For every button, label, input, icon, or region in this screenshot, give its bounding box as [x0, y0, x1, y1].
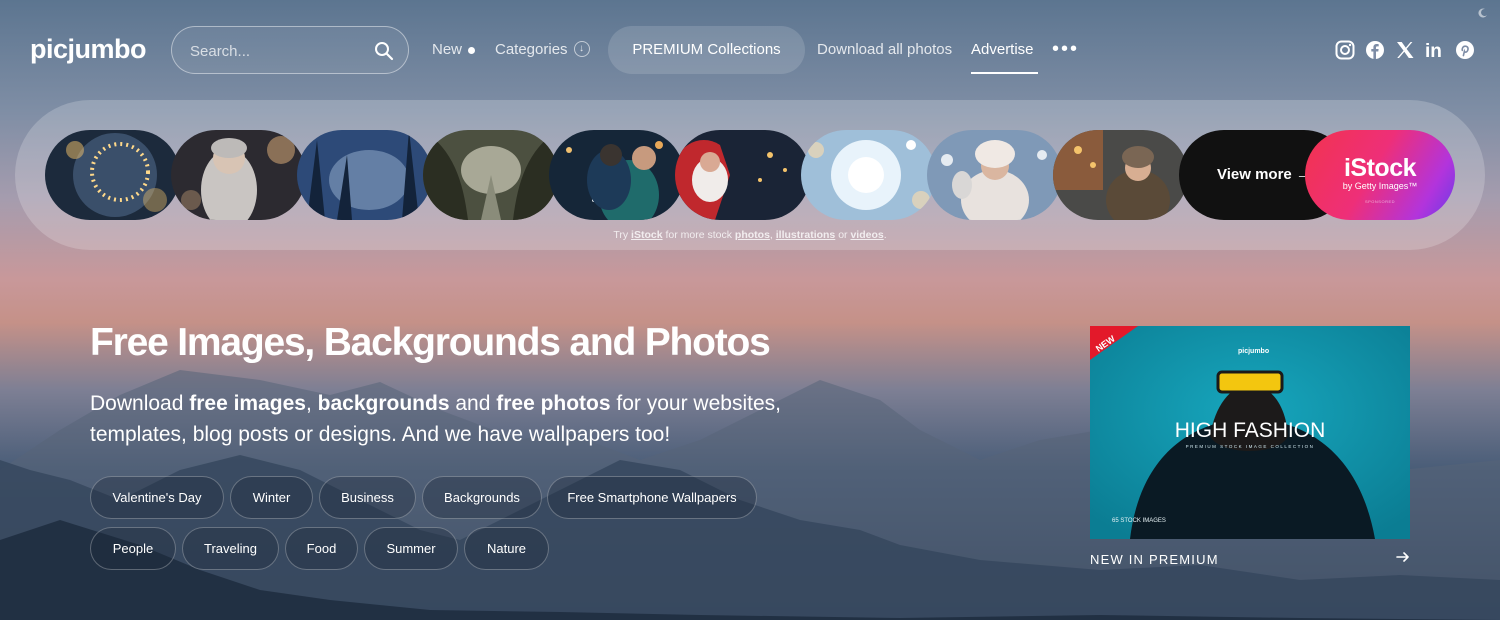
istock-promo-note: Try iStock for more stock photos, illust… — [15, 229, 1485, 241]
tag-traveling[interactable]: Traveling — [182, 527, 279, 570]
tag-backgrounds[interactable]: Backgrounds — [422, 476, 542, 519]
hero-section: Free Images, Backgrounds and Photos Down… — [90, 320, 890, 450]
videos-link[interactable]: videos — [850, 229, 883, 241]
site-logo[interactable]: picjumbo — [30, 34, 147, 65]
tag-food[interactable]: Food — [285, 527, 358, 570]
image-strip: View more → iStock by Getty Images™ SPON… — [15, 100, 1485, 250]
promo-subtitle: PREMIUM STOCK IMAGE COLLECTION — [1186, 444, 1315, 449]
thumbnail-santa-blowing-snow[interactable] — [675, 130, 810, 220]
nav-categories[interactable]: Categories ↓ — [495, 41, 590, 58]
promo-title: HIGH FASHION — [1175, 419, 1326, 442]
active-nav-underline — [971, 72, 1038, 74]
thumbnail-misty-forest-path[interactable] — [297, 130, 432, 220]
subtitle-bold: free photos — [496, 392, 611, 415]
thumbnail-tree-tunnel-road[interactable] — [423, 130, 558, 220]
search-icon[interactable] — [374, 41, 394, 61]
page-title: Free Images, Backgrounds and Photos — [90, 321, 771, 364]
nav-new-label: New — [432, 41, 463, 58]
thumbnail-woman-in-snow[interactable] — [927, 130, 1062, 220]
tag-smartphone-wallpapers[interactable]: Free Smartphone Wallpapers — [547, 476, 757, 519]
promo-caption-label: NEW IN PREMIUM — [1090, 552, 1219, 567]
arrow-right-icon — [1396, 552, 1409, 562]
istock-sponsor-badge[interactable]: iStock by Getty Images™ SPONSORED — [1305, 130, 1455, 220]
search-box[interactable] — [171, 26, 409, 74]
linkedin-icon[interactable]: in — [1425, 40, 1445, 60]
note-text: . — [883, 229, 887, 241]
subtitle-text: and — [449, 392, 497, 415]
tag-summer[interactable]: Summer — [364, 527, 458, 570]
tag-valentines-day[interactable]: Valentine's Day — [90, 476, 224, 519]
promo-brand: picjumbo — [1238, 348, 1269, 355]
subtitle-bold: backgrounds — [317, 392, 450, 415]
thumbnail-couple-hugging-snow[interactable] — [549, 130, 684, 220]
nav-advertise[interactable]: Advertise — [971, 41, 1034, 58]
nav-new[interactable]: New — [432, 41, 476, 58]
pinterest-icon[interactable] — [1455, 40, 1475, 60]
thumbnail-fairy-lights[interactable] — [45, 130, 180, 220]
thumbnail-woman-with-sparklers[interactable] — [171, 130, 306, 220]
instagram-icon[interactable] — [1335, 40, 1355, 60]
promo-count: 65 STOCK IMAGES — [1112, 518, 1166, 524]
new-dot-indicator — [468, 46, 476, 54]
subtitle-text: Download — [90, 392, 190, 415]
premium-promo-image[interactable]: NEW picjumbo HIGH FASHION PREMIUM STOCK … — [1090, 326, 1410, 539]
istock-link[interactable]: iStock — [631, 229, 663, 241]
more-menu-button[interactable]: ••• — [1052, 38, 1079, 61]
tag-nature[interactable]: Nature — [464, 527, 549, 570]
linkedin-label: in — [1425, 41, 1442, 60]
tag-winter[interactable]: Winter — [230, 476, 313, 519]
arrow-down-icon: ↓ — [573, 41, 590, 58]
note-text: for more stock — [662, 229, 735, 241]
hero-subtitle: Download free images, backgrounds and fr… — [90, 388, 850, 450]
search-input[interactable] — [190, 40, 370, 62]
new-in-premium-link[interactable]: NEW IN PREMIUM — [1090, 552, 1410, 567]
thumbnail-woman-winter-market[interactable] — [1053, 130, 1188, 220]
photos-link[interactable]: photos — [735, 229, 770, 241]
nav-categories-label: Categories — [495, 41, 568, 58]
top-navigation: picjumbo New Categories ↓ PREMIUM Collect… — [0, 0, 1500, 100]
note-text: or — [835, 229, 851, 241]
tag-business[interactable]: Business — [319, 476, 416, 519]
subtitle-bold: free images — [189, 392, 306, 415]
subtitle-text: , — [305, 392, 318, 415]
moon-icon[interactable] — [1478, 8, 1488, 18]
istock-getty-label: by Getty Images™ — [1342, 181, 1418, 191]
tag-people[interactable]: People — [90, 527, 176, 570]
nav-download-all[interactable]: Download all photos — [817, 41, 952, 58]
facebook-icon[interactable] — [1365, 40, 1385, 60]
sponsored-label: SPONSORED — [1364, 199, 1396, 204]
thumbnail-sparkling-snow-bokeh[interactable] — [801, 130, 936, 220]
istock-logo: iStock — [1343, 154, 1417, 182]
x-icon[interactable] — [1395, 40, 1415, 60]
illustrations-link[interactable]: illustrations — [776, 229, 836, 241]
premium-collections-button[interactable]: PREMIUM Collections — [608, 26, 805, 74]
note-text: Try — [613, 229, 632, 241]
